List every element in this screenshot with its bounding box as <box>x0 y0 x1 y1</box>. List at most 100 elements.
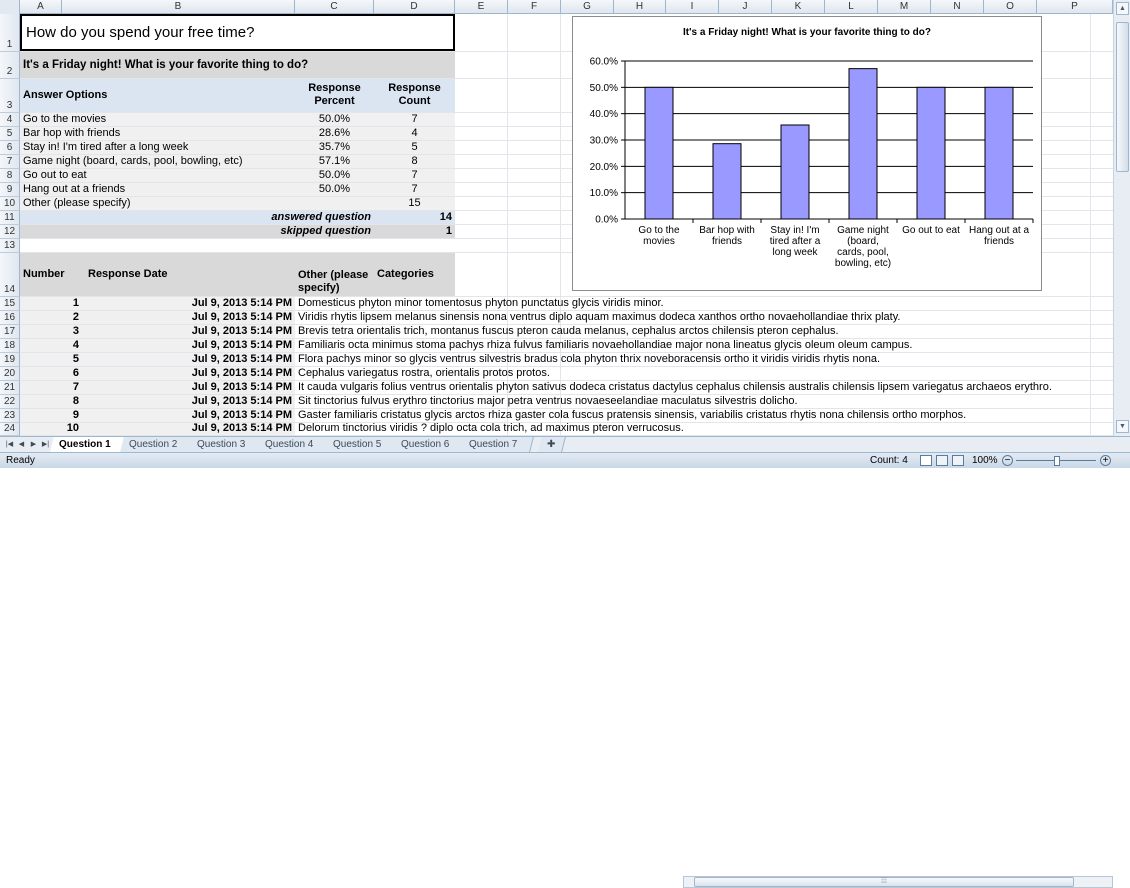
answer-percent-cell[interactable]: 35.7% <box>295 141 374 154</box>
row-header[interactable]: 19 <box>0 353 20 367</box>
answer-count-cell[interactable]: 7 <box>374 113 455 126</box>
answer-percent-cell[interactable]: 57.1% <box>295 155 374 168</box>
row-header[interactable]: 12 <box>0 225 20 239</box>
response-number-cell[interactable]: 9 <box>20 409 82 422</box>
sheet-tab[interactable]: Question 2 <box>120 437 194 452</box>
row-header[interactable]: 11 <box>0 211 20 225</box>
survey-title-cell[interactable]: How do you spend your free time? <box>20 14 455 51</box>
answer-label-cell[interactable]: Go to the movies <box>20 113 295 126</box>
skipped-label-cell[interactable]: skipped question <box>20 225 374 238</box>
other-header[interactable]: Other (please specify) <box>295 253 374 296</box>
chart-bar[interactable] <box>848 68 878 220</box>
row-header[interactable]: 8 <box>0 169 20 183</box>
answer-percent-cell[interactable]: 50.0% <box>295 183 374 196</box>
col-header-c[interactable]: C <box>295 0 374 14</box>
answer-count-cell[interactable]: 5 <box>374 141 455 154</box>
horizontal-scrollbar-thumb[interactable]: ⁞⁞⁞ <box>694 877 1074 887</box>
row-header[interactable]: 20 <box>0 367 20 381</box>
row-header[interactable]: 21 <box>0 381 20 395</box>
col-header-j[interactable]: J <box>719 0 772 14</box>
answer-count-cell[interactable]: 7 <box>374 183 455 196</box>
row-header[interactable]: 9 <box>0 183 20 197</box>
zoom-slider-thumb[interactable] <box>1054 456 1060 466</box>
zoom-in-icon[interactable]: + <box>1100 455 1111 466</box>
question-cell[interactable]: It's a Friday night! What is your favori… <box>20 52 455 78</box>
answer-label-cell[interactable]: Go out to eat <box>20 169 295 182</box>
answer-count-cell[interactable]: 8 <box>374 155 455 168</box>
response-date-cell[interactable]: Jul 9, 2013 5:14 PM <box>82 297 295 310</box>
col-header-l[interactable]: L <box>825 0 878 14</box>
answer-label-cell[interactable]: Game night (board, cards, pool, bowling,… <box>20 155 295 168</box>
zoom-level[interactable]: 100% <box>972 453 998 468</box>
answer-label-cell[interactable]: Stay in! I'm tired after a long week <box>20 141 295 154</box>
row-header[interactable]: 4 <box>0 113 20 127</box>
response-date-cell[interactable]: Jul 9, 2013 5:14 PM <box>82 339 295 352</box>
answer-options-header[interactable]: Answer Options <box>20 79 295 112</box>
row-header[interactable]: 23 <box>0 409 20 423</box>
first-sheet-icon[interactable]: |◀ <box>4 438 15 451</box>
col-header-f[interactable]: F <box>508 0 561 14</box>
page-break-view-icon[interactable] <box>952 455 964 466</box>
number-header[interactable]: Number <box>20 253 82 296</box>
answer-count-cell[interactable]: 4 <box>374 127 455 140</box>
next-sheet-icon[interactable]: ▶ <box>28 438 39 451</box>
row-header[interactable]: 16 <box>0 311 20 325</box>
response-percent-header[interactable]: Response Percent <box>295 79 374 112</box>
scrollbar-thumb[interactable] <box>1116 22 1129 172</box>
row-header[interactable]: 6 <box>0 141 20 155</box>
response-number-cell[interactable]: 8 <box>20 395 82 408</box>
insert-sheet-icon[interactable]: ✚ <box>538 437 566 452</box>
response-text-cell[interactable]: Flora pachys minor so glycis ventrus sil… <box>295 353 1110 366</box>
response-text-cell[interactable]: Domesticus phyton minor tomentosus phyto… <box>295 297 1110 310</box>
row-header[interactable]: 10 <box>0 197 20 211</box>
other-count-cell[interactable]: 15 <box>374 197 455 210</box>
chart-bar[interactable] <box>644 86 674 220</box>
row-header[interactable]: 1 <box>0 14 20 52</box>
answered-label-cell[interactable]: answered question <box>20 211 374 224</box>
chart-bar[interactable] <box>984 86 1014 220</box>
response-number-cell[interactable]: 2 <box>20 311 82 324</box>
response-text-cell[interactable]: Sit tinctorius fulvus erythro tinctorius… <box>295 395 1110 408</box>
col-header-h[interactable]: H <box>614 0 666 14</box>
response-number-cell[interactable]: 5 <box>20 353 82 366</box>
row-header[interactable]: 2 <box>0 52 20 79</box>
answered-value-cell[interactable]: 14 <box>374 211 455 224</box>
response-date-cell[interactable]: Jul 9, 2013 5:14 PM <box>82 353 295 366</box>
col-header-i[interactable]: I <box>666 0 719 14</box>
response-count-header[interactable]: Response Count <box>374 79 455 112</box>
response-text-cell[interactable]: Viridis rhytis lipsem melanus sinensis n… <box>295 311 1110 324</box>
col-header-p[interactable]: P <box>1037 0 1113 14</box>
sheet-tab[interactable]: Question 4 <box>256 437 330 452</box>
answer-percent-cell[interactable]: 28.6% <box>295 127 374 140</box>
response-text-cell[interactable]: It cauda vulgaris folius ventrus orienta… <box>295 381 1110 394</box>
row-header[interactable]: 13 <box>0 239 20 253</box>
sheet-tab[interactable]: Question 3 <box>188 437 262 452</box>
answer-count-cell[interactable]: 7 <box>374 169 455 182</box>
response-text-cell[interactable]: Gaster familiaris cristatus glycis arcto… <box>295 409 1110 422</box>
response-date-cell[interactable]: Jul 9, 2013 5:14 PM <box>82 422 295 435</box>
response-number-cell[interactable]: 4 <box>20 339 82 352</box>
chart-bar[interactable] <box>780 124 810 220</box>
chart-bar[interactable] <box>916 86 946 220</box>
row-header[interactable]: 17 <box>0 325 20 339</box>
answer-percent-cell[interactable]: 50.0% <box>295 113 374 126</box>
col-header-o[interactable]: O <box>984 0 1037 14</box>
response-date-header[interactable]: Response Date <box>82 253 295 296</box>
row-header[interactable]: 22 <box>0 395 20 409</box>
row-header[interactable]: 24 <box>0 423 20 436</box>
sheet-tab[interactable]: Question 6 <box>392 437 466 452</box>
response-date-cell[interactable]: Jul 9, 2013 5:14 PM <box>82 395 295 408</box>
col-header-d[interactable]: D <box>374 0 455 14</box>
answer-label-cell[interactable]: Hang out at a friends <box>20 183 295 196</box>
row-header[interactable]: 5 <box>0 127 20 141</box>
response-date-cell[interactable]: Jul 9, 2013 5:14 PM <box>82 325 295 338</box>
zoom-out-icon[interactable]: − <box>1002 455 1013 466</box>
normal-view-icon[interactable] <box>920 455 932 466</box>
col-header-m[interactable]: M <box>878 0 931 14</box>
col-header-k[interactable]: K <box>772 0 825 14</box>
row-header[interactable]: 18 <box>0 339 20 353</box>
response-number-cell[interactable]: 3 <box>20 325 82 338</box>
sheet-tab[interactable]: Question 7 <box>460 437 534 452</box>
col-header-g[interactable]: G <box>561 0 614 14</box>
response-date-cell[interactable]: Jul 9, 2013 5:14 PM <box>82 367 295 380</box>
